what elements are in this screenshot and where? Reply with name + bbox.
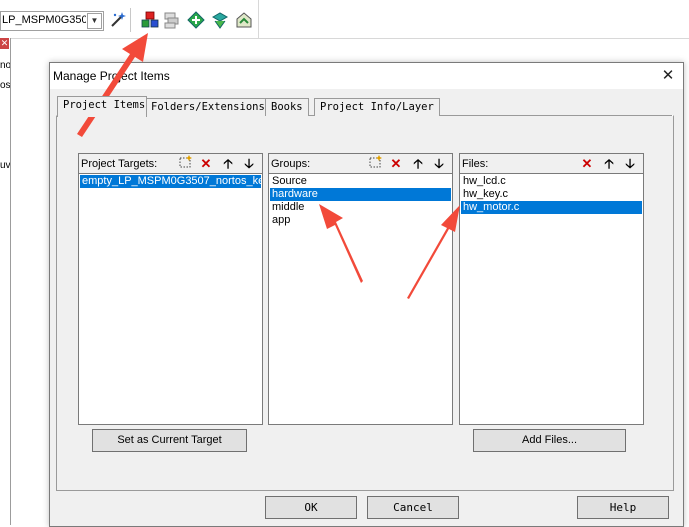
list-item[interactable]: empty_LP_MSPM0G3507_nortos_keil <box>80 175 261 188</box>
delete-icon[interactable]: ✕ <box>197 155 215 172</box>
files-list: hw_lcd.c hw_key.c hw_motor.c <box>460 174 643 424</box>
new-insert-icon[interactable] <box>176 155 194 172</box>
tab-project-items[interactable]: Project Items <box>57 96 147 117</box>
list-item[interactable]: hw_lcd.c <box>461 175 642 188</box>
move-down-icon[interactable]: 🡣 <box>240 155 258 172</box>
move-up-icon[interactable]: 🡡 <box>409 155 427 172</box>
project-targets-pane: Project Targets: ✕ 🡡 🡣 empty_LP_MSPM0G35… <box>78 153 263 425</box>
list-item[interactable]: Source <box>270 175 451 188</box>
project-targets-label: Project Targets: <box>81 158 158 170</box>
dialog-titlebar: Manage Project Items ✕ <box>50 63 683 89</box>
manage-project-items-dialog: Manage Project Items ✕ Project Items Fol… <box>49 62 684 527</box>
groups-list: Source hardware middle app <box>269 174 452 424</box>
list-item[interactable]: hw_key.c <box>461 188 642 201</box>
options-for-target-icon[interactable] <box>108 10 128 30</box>
project-targets-header: Project Targets: ✕ 🡡 🡣 <box>79 154 262 174</box>
toolbar-divider <box>258 0 259 38</box>
tab-folders-extensions[interactable]: Folders/Extensions <box>145 98 271 116</box>
close-icon[interactable]: ✕ <box>0 38 9 49</box>
manage-runtime-environment-icon[interactable] <box>210 10 230 30</box>
help-button[interactable]: Help <box>577 496 669 519</box>
target-select-value: LP_MSPM0G3507_ <box>2 14 86 26</box>
tab-project-info-layer[interactable]: Project Info/Layer <box>314 98 440 116</box>
add-files-button[interactable]: Add Files... <box>473 429 626 452</box>
move-up-icon[interactable]: 🡡 <box>219 155 237 172</box>
delete-icon[interactable]: ✕ <box>578 155 596 172</box>
editor-text: uv <box>0 160 10 171</box>
main-toolbar: LP_MSPM0G3507_ ▼ <box>0 0 689 39</box>
delete-icon[interactable]: ✕ <box>387 155 405 172</box>
move-down-icon[interactable]: 🡣 <box>621 155 639 172</box>
list-item[interactable]: middle <box>270 201 451 214</box>
move-down-icon[interactable]: 🡣 <box>430 155 448 172</box>
groups-pane: Groups: ✕ 🡡 🡣 Source hardware middle app <box>268 153 453 425</box>
editor-text: no <box>0 60 10 71</box>
editor-fragment: ✕ no os_ uv <box>0 38 11 525</box>
list-item[interactable]: hardware <box>270 188 451 201</box>
toolbar-separator <box>130 8 131 32</box>
files-pane: Files: ✕ 🡡 🡣 hw_lcd.c hw_key.c hw_motor.… <box>459 153 644 425</box>
select-packs-icon[interactable] <box>186 10 206 30</box>
list-item[interactable]: app <box>270 214 451 227</box>
set-current-target-button[interactable]: Set as Current Target <box>92 429 247 452</box>
dialog-title: Manage Project Items <box>53 69 170 83</box>
groups-label: Groups: <box>271 158 311 170</box>
list-item[interactable]: hw_motor.c <box>461 201 642 214</box>
target-select[interactable]: LP_MSPM0G3507_ ▼ <box>0 11 104 31</box>
manage-project-items-icon[interactable] <box>140 10 160 30</box>
ok-button[interactable]: OK <box>265 496 357 519</box>
chevron-down-icon[interactable]: ▼ <box>87 13 102 29</box>
editor-text: os_ <box>0 80 10 91</box>
move-up-icon[interactable]: 🡡 <box>600 155 618 172</box>
tab-books[interactable]: Books <box>265 98 309 116</box>
cancel-button[interactable]: Cancel <box>367 496 459 519</box>
files-label: Files: <box>462 158 489 170</box>
project-targets-list: empty_LP_MSPM0G3507_nortos_keil <box>79 174 262 424</box>
files-header: Files: ✕ 🡡 🡣 <box>460 154 643 174</box>
new-insert-icon[interactable] <box>366 155 384 172</box>
groups-header: Groups: ✕ 🡡 🡣 <box>269 154 452 174</box>
close-icon[interactable]: ✕ <box>659 67 677 85</box>
pack-installer-icon[interactable] <box>234 10 254 30</box>
file-extensions-icon[interactable] <box>162 10 182 30</box>
